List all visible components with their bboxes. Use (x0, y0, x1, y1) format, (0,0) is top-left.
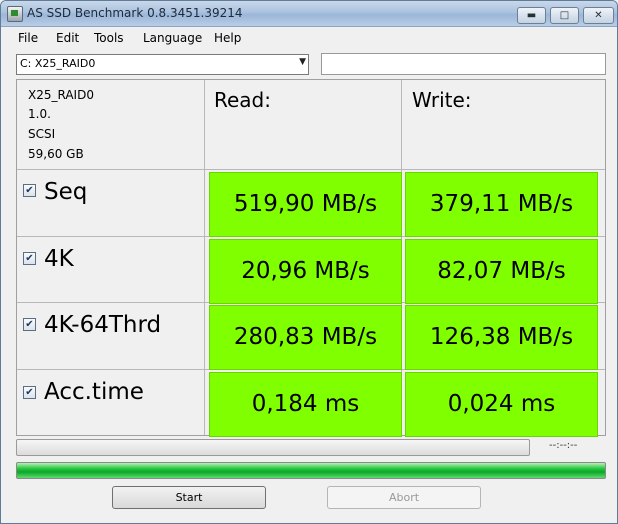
row-label-4k64: 4K-64Thrd (44, 312, 162, 338)
drive-model: X25_RAID0 (28, 88, 94, 102)
4k-read-value: 20,96 MB/s (209, 239, 402, 304)
acctime-write-value: 0,024 ms (405, 372, 598, 437)
menu-language[interactable]: Language (143, 31, 202, 45)
write-header: Write: (412, 88, 472, 112)
4k64-write-value: 126,38 MB/s (405, 305, 598, 370)
4k64-checkbox[interactable]: ✔ (23, 318, 36, 331)
menu-bar: File Edit Tools Language Help (1, 27, 617, 49)
row-label-4k: 4K (44, 246, 74, 272)
app-window: AS SSD Benchmark 0.8.3451.39214 ▬ □ ✕ Fi… (0, 0, 618, 524)
test-progress-bar (16, 439, 530, 456)
drive-interface: SCSI (28, 127, 56, 141)
drive-firmware: 1.0. (28, 107, 51, 121)
minimize-button[interactable]: ▬ (517, 7, 546, 24)
maximize-button[interactable]: □ (550, 7, 579, 24)
window-title: AS SSD Benchmark 0.8.3451.39214 (27, 6, 243, 20)
close-button[interactable]: ✕ (583, 7, 614, 24)
menu-help[interactable]: Help (214, 31, 241, 45)
4k-checkbox[interactable]: ✔ (23, 252, 36, 265)
seq-read-value: 519,90 MB/s (209, 172, 402, 237)
4k64-read-value: 280,83 MB/s (209, 305, 402, 370)
drive-select-value: C: X25_RAID0 (20, 57, 96, 70)
grid-divider (204, 80, 205, 435)
dropdown-arrow-icon[interactable]: ▼ (299, 57, 306, 67)
results-grid: X25_RAID0 1.0. SCSI 59,60 GB Read: Write… (16, 79, 606, 437)
grid-divider (17, 169, 605, 170)
name-input[interactable] (321, 53, 606, 75)
title-bar[interactable]: AS SSD Benchmark 0.8.3451.39214 ▬ □ ✕ (1, 1, 617, 27)
menu-edit[interactable]: Edit (56, 31, 79, 45)
acctime-checkbox[interactable]: ✔ (23, 386, 36, 399)
abort-button[interactable]: Abort (327, 486, 481, 509)
acctime-read-value: 0,184 ms (209, 372, 402, 437)
read-header: Read: (214, 88, 271, 112)
start-button[interactable]: Start (112, 486, 266, 509)
elapsed-time: --:--:-- (549, 440, 578, 451)
drive-select[interactable]: C: X25_RAID0 ▼ (16, 54, 309, 75)
menu-file[interactable]: File (18, 31, 38, 45)
total-progress-bar (16, 462, 606, 479)
4k-write-value: 82,07 MB/s (405, 239, 598, 304)
row-label-seq: Seq (44, 179, 88, 205)
seq-write-value: 379,11 MB/s (405, 172, 598, 237)
drive-size: 59,60 GB (28, 147, 84, 161)
row-label-acctime: Acc.time (44, 379, 144, 405)
menu-tools[interactable]: Tools (94, 31, 124, 45)
seq-checkbox[interactable]: ✔ (23, 184, 36, 197)
app-icon (7, 6, 23, 22)
